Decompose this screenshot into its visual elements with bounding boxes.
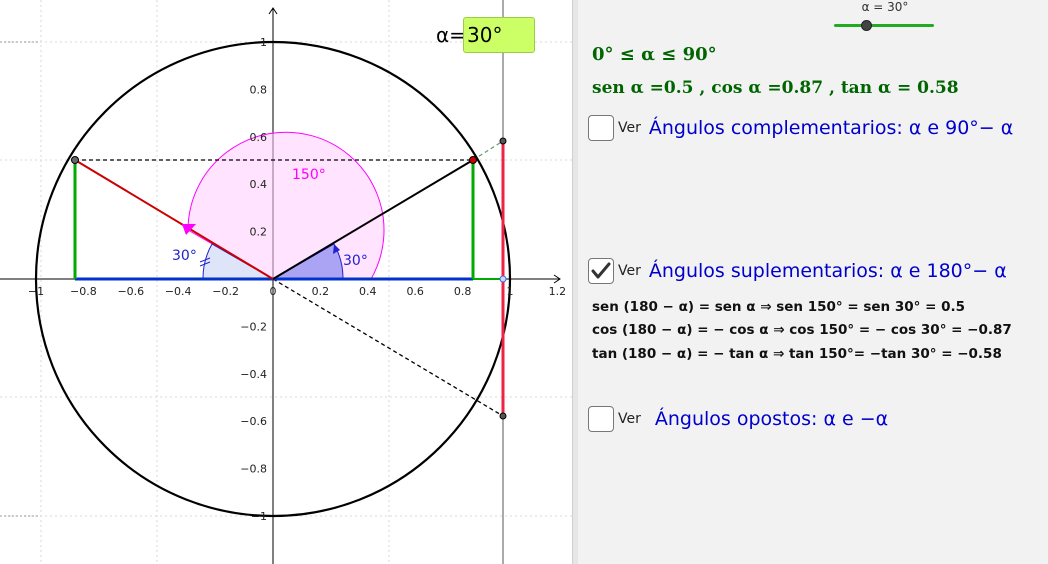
x-tick-label: 0.6 [406, 285, 424, 298]
formula-sen: sen (180 − α) = sen α ⇒ sen 150° = sen 3… [592, 299, 966, 315]
x-tick-label: 0 [270, 285, 277, 298]
supplementary-title: Ángulos suplementarios: α e 180°− α [648, 260, 1007, 282]
checkbox-supplementary-row[interactable]: Ver Ángulos suplementarios: α e 180°− α [588, 258, 1007, 284]
x-tick-label: −0.6 [117, 285, 144, 298]
complementary-title: Ángulos complementarios: α e 90°− α [648, 117, 1014, 139]
checkbox-label: Ver [618, 263, 641, 279]
angle-label-supplementary: 150° [292, 167, 326, 183]
x-tick-label: 1 [507, 285, 514, 298]
checkbox-opposite-row[interactable]: Ver Ángulos opostos: α e −α [588, 406, 888, 432]
point-supp[interactable] [71, 156, 79, 164]
checkmark-icon [591, 262, 611, 279]
checkbox-label: Ver [618, 411, 641, 427]
x-tick-labels: −1 −0.8 −0.6 −0.4 −0.2 0 0.2 0.4 0.6 0.8 1 1.2 [28, 285, 566, 298]
checkbox-label: Ver [618, 120, 641, 136]
checkbox-complementary[interactable] [588, 115, 614, 141]
range-text: 0° ≤ α ≤ 90° [592, 44, 717, 65]
y-tick-label: 0.2 [250, 226, 268, 239]
y-tick-label: −0.8 [240, 463, 267, 476]
algebra-panel: α = 30° 0° ≤ α ≤ 90° sen α =0.5 , cos α … [578, 0, 1048, 564]
unit-circle-graph[interactable]: 150° 30° 30° −1 −0.8 −0.6 −0.4 −0.2 0 0.2 0.4 0.… [0, 0, 572, 564]
x-tick-label: 1.2 [549, 285, 567, 298]
slider-knob[interactable] [861, 20, 872, 31]
x-tick-label: −0.2 [212, 285, 239, 298]
x-tick-label: −0.8 [70, 285, 97, 298]
y-tick-label: 0.4 [250, 178, 268, 191]
checkbox-supplementary[interactable] [588, 258, 614, 284]
y-tick-label: −0.2 [240, 320, 267, 333]
y-tick-label: −1 [251, 510, 267, 523]
checkbox-opposite[interactable] [588, 406, 614, 432]
point-alpha[interactable] [469, 156, 477, 164]
x-tick-label: 0.2 [312, 285, 330, 298]
y-tick-label: 1 [260, 36, 267, 49]
alpha-slider[interactable]: α = 30° [832, 0, 938, 31]
trig-values-text: sen α =0.5 , cos α =0.87 , tan α = 0.58 [592, 78, 959, 98]
y-tick-label: −0.6 [240, 415, 267, 428]
alpha-input[interactable]: 30° [463, 17, 535, 53]
x-tick-label: 0.4 [359, 285, 377, 298]
y-tick-label: 0.8 [250, 83, 268, 96]
x-tick-label: −1 [28, 285, 44, 298]
x-tick-label: −0.4 [165, 285, 192, 298]
formula-tan: tan (180 − α) = − tan α ⇒ tan 150°= −tan… [592, 346, 1002, 362]
angle-label-mirror: 30° [172, 248, 197, 264]
y-tick-label: −0.4 [240, 368, 267, 381]
opposite-title: Ángulos opostos: α e −α [654, 408, 889, 430]
point-tangent-pos[interactable] [499, 137, 507, 145]
alpha-label: α= [436, 23, 466, 47]
formula-cos: cos (180 − α) = − cos α ⇒ cos 150° = − c… [592, 322, 1012, 338]
slider-track[interactable] [834, 24, 934, 27]
graphics-view[interactable]: 150° 30° 30° −1 −0.8 −0.6 −0.4 −0.2 0 0.2 0.4 0.… [0, 0, 572, 564]
angle-label-alpha: 30° [343, 253, 368, 269]
checkbox-complementary-row[interactable]: Ver Ángulos complementarios: α e 90°− α [588, 115, 1013, 141]
grid [0, 0, 572, 564]
y-tick-label: 0.6 [250, 131, 268, 144]
point-one[interactable] [499, 275, 507, 283]
point-tangent-neg[interactable] [499, 412, 507, 420]
slider-label: α = 30° [861, 0, 909, 14]
x-tick-label: 0.8 [454, 285, 472, 298]
